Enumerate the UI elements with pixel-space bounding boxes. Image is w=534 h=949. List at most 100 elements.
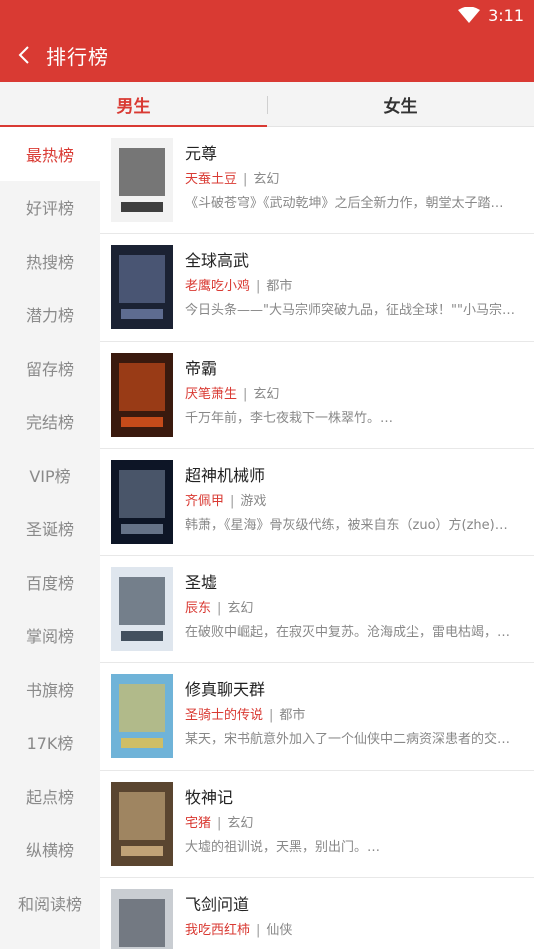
ranking-sidebar: 最热榜 好评榜 热搜榜 潜力榜 留存榜 完结榜 VIP榜 圣诞榜 百度榜 掌阅榜 书旗榜 17K榜 起点… bbox=[0, 127, 100, 949]
book-author[interactable]: 辰东 bbox=[185, 601, 211, 616]
book-category: 玄幻 bbox=[227, 601, 254, 617]
book-title: 全球高武 bbox=[185, 251, 250, 271]
book-description: 某天，宋书航意外加入了一个仙侠中二病资深患者的交… bbox=[185, 732, 511, 748]
sidebar-item-9[interactable]: 掌阅榜 bbox=[0, 609, 100, 663]
back-arrow-icon bbox=[18, 46, 29, 64]
meta-separator: | bbox=[256, 279, 261, 295]
sidebar-item-7[interactable]: 圣诞榜 bbox=[0, 502, 100, 556]
book-title: 超神机械师 bbox=[185, 465, 266, 485]
book-cover[interactable] bbox=[111, 245, 173, 330]
status-bar: 3:11 bbox=[458, 4, 524, 26]
sidebar-item-15[interactable]: 阅读榜 bbox=[0, 930, 100, 949]
book-author[interactable]: 宅猪 bbox=[185, 816, 211, 831]
book-title: 帝霸 bbox=[185, 358, 218, 378]
tab-female[interactable]: 女生 bbox=[267, 82, 534, 126]
sidebar-item-12[interactable]: 起点榜 bbox=[0, 769, 100, 823]
book-info: 牧神记宅猪 | 玄幻大墟的祖训说，天黑，别出门。… bbox=[185, 782, 520, 858]
app-root: 3:11 排行榜 男生 女生 最热榜 好评榜 热搜榜 潜力榜 留存榜 完结榜 VIP榜 圣诞榜… bbox=[0, 0, 534, 949]
book-row[interactable]: 元尊天蚕土豆 | 玄幻《斗破苍穹》《武动乾坤》之后全新力作，朝堂太子踏… bbox=[100, 127, 534, 235]
book-cover[interactable] bbox=[111, 459, 173, 544]
book-row[interactable]: 帝霸厌笔萧生 | 玄幻千万年前，李七夜栽下一株翠竹。… bbox=[100, 342, 534, 449]
book-category: 玄幻 bbox=[227, 815, 254, 831]
book-meta: 厌笔萧生 | 玄幻 bbox=[185, 385, 520, 405]
book-author[interactable]: 齐佩甲 bbox=[185, 494, 224, 509]
book-meta: 宅猪 | 玄幻 bbox=[185, 814, 520, 834]
sidebar-item-1[interactable]: 好评榜 bbox=[0, 181, 100, 235]
book-title: 圣墟 bbox=[185, 573, 218, 593]
book-info: 超神机械师齐佩甲 | 游戏韩萧，《星海》骨灰级代练，被来自东（zuo）方(zhe)… bbox=[185, 460, 520, 536]
book-row[interactable]: 修真聊天群圣骑士的传说 | 都市某天，宋书航意外加入了一个仙侠中二病资深患者的交… bbox=[100, 663, 534, 771]
book-category: 都市 bbox=[279, 708, 306, 724]
book-description: 千万年前，李七夜栽下一株翠竹。… bbox=[185, 410, 394, 426]
book-meta: 圣骑士的传说 | 都市 bbox=[185, 706, 520, 726]
book-row[interactable]: 超神机械师齐佩甲 | 游戏韩萧，《星海》骨灰级代练，被来自东（zuo）方(zhe)… bbox=[100, 449, 534, 557]
meta-separator: | bbox=[243, 172, 248, 187]
page-title: 排行榜 bbox=[46, 44, 109, 69]
sidebar-item-14[interactable]: 和阅读榜 bbox=[0, 876, 100, 930]
book-info: 全球高武老鹰吃小鸡 | 都市今日头条——"大马宗师突破九品，征战全球！""小马宗… bbox=[185, 245, 520, 321]
book-category: 玄幻 bbox=[253, 172, 280, 187]
book-description: 在破败中崛起，在寂灭中复苏。沧海成尘，雷电枯竭，… bbox=[185, 625, 511, 641]
tab-divider bbox=[267, 96, 268, 114]
book-cover[interactable] bbox=[111, 138, 173, 222]
sidebar-item-8[interactable]: 百度榜 bbox=[0, 555, 100, 609]
book-description: 韩萧，《星海》骨灰级代练，被来自东（zuo）方(zhe)… bbox=[185, 517, 508, 533]
book-category: 都市 bbox=[266, 279, 293, 295]
book-row[interactable]: 牧神记宅猪 | 玄幻大墟的祖训说，天黑，别出门。… bbox=[100, 771, 534, 879]
book-cover[interactable] bbox=[111, 352, 173, 437]
book-title: 元尊 bbox=[185, 144, 218, 163]
book-author[interactable]: 天蚕土豆 bbox=[185, 172, 237, 187]
book-cover[interactable] bbox=[111, 781, 173, 866]
sidebar-item-11[interactable]: 17K榜 bbox=[0, 716, 100, 770]
status-time: 3:11 bbox=[488, 5, 524, 25]
book-description: 今日头条——"大马宗师突破九品，征战全球！""小马宗… bbox=[185, 303, 515, 319]
book-info: 帝霸厌笔萧生 | 玄幻千万年前，李七夜栽下一株翠竹。… bbox=[185, 353, 520, 429]
book-author[interactable]: 圣骑士的传说 bbox=[185, 708, 263, 723]
book-row[interactable]: 全球高武老鹰吃小鸡 | 都市今日头条——"大马宗师突破九品，征战全球！""小马宗… bbox=[100, 234, 534, 342]
book-list[interactable]: 元尊 天蚕土豆 | 玄幻 《斗破苍穹》《武动乾坤》之后全新力作，朝堂太子踏… 全球高武 老鹰… bbox=[100, 127, 534, 949]
book-category: 游戏 bbox=[240, 493, 267, 509]
back-button[interactable] bbox=[2, 28, 46, 82]
tab-male[interactable]: 男生 bbox=[0, 82, 267, 127]
wifi-icon bbox=[458, 7, 481, 23]
book-author[interactable]: 我吃西红柿 bbox=[185, 923, 250, 938]
meta-separator: | bbox=[230, 493, 235, 509]
book-title: 牧神记 bbox=[185, 787, 234, 807]
book-category: 玄幻 bbox=[253, 386, 280, 402]
book-cover[interactable] bbox=[111, 674, 173, 759]
sidebar-item-10[interactable]: 书旗榜 bbox=[0, 662, 100, 716]
header: 排行榜 bbox=[0, 28, 534, 82]
sidebar-item-4[interactable]: 留存榜 bbox=[0, 341, 100, 395]
book-author[interactable]: 老鹰吃小鸡 bbox=[185, 279, 250, 294]
sidebar-item-5[interactable]: 完结榜 bbox=[0, 395, 100, 449]
meta-separator: | bbox=[217, 601, 222, 617]
book-description bbox=[185, 945, 520, 949]
book-info: 圣墟辰东 | 玄幻在破败中崛起，在寂灭中复苏。沧海成尘，雷电枯竭，… bbox=[185, 567, 520, 643]
sidebar-item-2[interactable]: 热搜榜 bbox=[0, 234, 100, 288]
book-title: 飞剑问道 bbox=[185, 895, 250, 915]
top-bar: 3:11 排行榜 bbox=[0, 0, 534, 82]
meta-separator: | bbox=[269, 708, 274, 724]
book-meta: 辰东 | 玄幻 bbox=[185, 599, 520, 619]
sidebar-item-13[interactable]: 纵横榜 bbox=[0, 823, 100, 877]
book-author[interactable]: 厌笔萧生 bbox=[185, 387, 237, 402]
book-title: 修真聊天群 bbox=[185, 680, 266, 700]
book-description: 大墟的祖训说，天黑，别出门。… bbox=[185, 839, 381, 855]
book-meta: 天蚕土豆 | 玄幻 bbox=[185, 170, 520, 190]
sidebar-item-6[interactable]: VIP榜 bbox=[0, 448, 100, 502]
book-category: 仙侠 bbox=[266, 923, 293, 939]
book-info: 飞剑问道我吃西红柿 | 仙侠 bbox=[185, 889, 520, 949]
book-description: 《斗破苍穹》《武动乾坤》之后全新力作，朝堂太子踏… bbox=[185, 196, 504, 211]
sidebar-item-0[interactable]: 最热榜 bbox=[0, 127, 100, 181]
book-row[interactable]: 圣墟辰东 | 玄幻在破败中崛起，在寂灭中复苏。沧海成尘，雷电枯竭，… bbox=[100, 556, 534, 664]
book-meta: 我吃西红柿 | 仙侠 bbox=[185, 921, 520, 941]
book-info: 修真聊天群圣骑士的传说 | 都市某天，宋书航意外加入了一个仙侠中二病资深患者的交… bbox=[185, 674, 520, 750]
book-meta: 齐佩甲 | 游戏 bbox=[185, 492, 520, 512]
book-cover[interactable] bbox=[111, 889, 173, 949]
book-row[interactable]: 飞剑问道我吃西红柿 | 仙侠 bbox=[100, 878, 534, 949]
book-cover[interactable] bbox=[111, 567, 173, 652]
sidebar-item-3[interactable]: 潜力榜 bbox=[0, 288, 100, 342]
meta-separator: | bbox=[243, 386, 248, 402]
book-info: 元尊天蚕土豆 | 玄幻《斗破苍穹》《武动乾坤》之后全新力作，朝堂太子踏… bbox=[185, 138, 520, 214]
book-meta: 老鹰吃小鸡 | 都市 bbox=[185, 277, 520, 297]
